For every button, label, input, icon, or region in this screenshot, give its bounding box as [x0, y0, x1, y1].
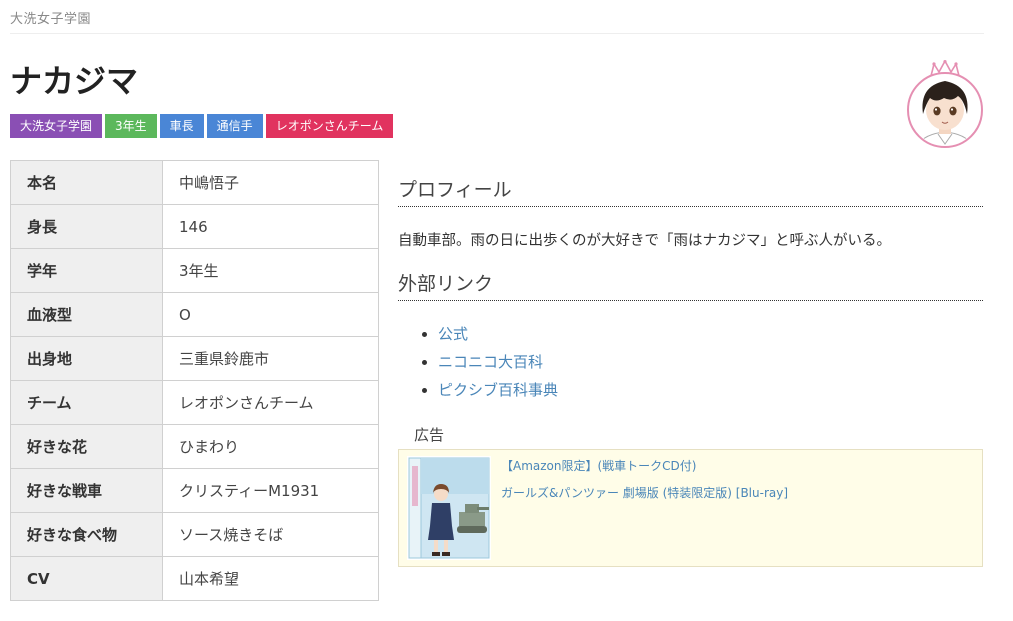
- row-key: 好きな食べ物: [10, 512, 163, 557]
- row-value: 146: [162, 204, 379, 249]
- tag-role-commander[interactable]: 車長: [159, 114, 204, 138]
- ad-product-link-title[interactable]: 【Amazon限定】(戦車トークCD付): [501, 457, 696, 474]
- row-key: 身長: [10, 204, 163, 249]
- table-row: 好きな戦車 クリスティーM1931: [10, 468, 379, 513]
- character-avatar: [907, 60, 983, 148]
- row-key: 好きな花: [10, 424, 163, 469]
- table-row: チーム レオポンさんチーム: [10, 380, 379, 425]
- row-key: CV: [10, 556, 163, 601]
- row-value: ソース焼きそば: [162, 512, 379, 557]
- row-key: 本名: [10, 160, 163, 205]
- row-value: O: [162, 292, 379, 337]
- external-link-list: 公式 ニコニコ大百科 ピクシブ百科事典: [418, 322, 558, 406]
- list-item: ニコニコ大百科: [438, 350, 558, 378]
- tag-role-radio[interactable]: 通信手: [206, 114, 263, 138]
- tag-school[interactable]: 大洗女子学園: [10, 114, 103, 138]
- top-divider: [10, 33, 984, 34]
- row-key: 出身地: [10, 336, 163, 381]
- row-value: 三重県鈴鹿市: [162, 336, 379, 381]
- row-key: 血液型: [10, 292, 163, 337]
- link-nicopedia[interactable]: ニコニコ大百科: [438, 353, 543, 371]
- table-row: 好きな花 ひまわり: [10, 424, 379, 469]
- link-pixiv-dictionary[interactable]: ピクシブ百科事典: [438, 381, 558, 399]
- row-value: 山本希望: [162, 556, 379, 601]
- table-row: 出身地 三重県鈴鹿市: [10, 336, 379, 381]
- tag-team[interactable]: レオポンさんチーム: [265, 114, 394, 138]
- row-key: チーム: [10, 380, 163, 425]
- row-key: 学年: [10, 248, 163, 293]
- profile-table: 本名 中嶋悟子 身長 146 学年 3年生 血液型 O 出身地 三重県鈴鹿市 チーム レオポ…: [10, 160, 379, 601]
- ad-product-link-name[interactable]: ガールズ&パンツァー 劇場版 (特装限定版) [Blu-ray]: [501, 484, 788, 501]
- row-value: ひまわり: [162, 424, 379, 469]
- table-row: 学年 3年生: [10, 248, 379, 293]
- bluray-cover-image[interactable]: [407, 456, 491, 560]
- table-row: 本名 中嶋悟子: [10, 160, 379, 205]
- ad-label: 広告: [414, 426, 445, 444]
- table-row: 身長 146: [10, 204, 379, 249]
- row-key: 好きな戦車: [10, 468, 163, 513]
- ad-box: 【Amazon限定】(戦車トークCD付) ガールズ&パンツァー 劇場版 (特装限…: [398, 449, 983, 567]
- row-value: 中嶋悟子: [162, 160, 379, 205]
- row-value: クリスティーM1931: [162, 468, 379, 513]
- tag-grade[interactable]: 3年生: [105, 114, 157, 138]
- link-official[interactable]: 公式: [438, 325, 468, 343]
- table-row: 血液型 O: [10, 292, 379, 337]
- breadcrumb-link[interactable]: 大洗女子学園: [10, 8, 91, 27]
- page-title: ナカジマ: [10, 62, 139, 100]
- row-value: 3年生: [162, 248, 379, 293]
- profile-heading: プロフィール: [398, 178, 983, 207]
- table-row: 好きな食べ物 ソース焼きそば: [10, 512, 379, 557]
- profile-description: 自動車部。雨の日に出歩くのが大好きで「雨はナカジマ」と呼ぶ人がいる。: [398, 233, 891, 249]
- row-value: レオポンさんチーム: [162, 380, 379, 425]
- list-item: 公式: [438, 322, 558, 350]
- external-links-heading: 外部リンク: [398, 272, 983, 301]
- list-item: ピクシブ百科事典: [438, 378, 558, 406]
- table-row: CV 山本希望: [10, 556, 379, 601]
- tag-list: 大洗女子学園 3年生 車長 通信手 レオポンさんチーム: [10, 114, 394, 138]
